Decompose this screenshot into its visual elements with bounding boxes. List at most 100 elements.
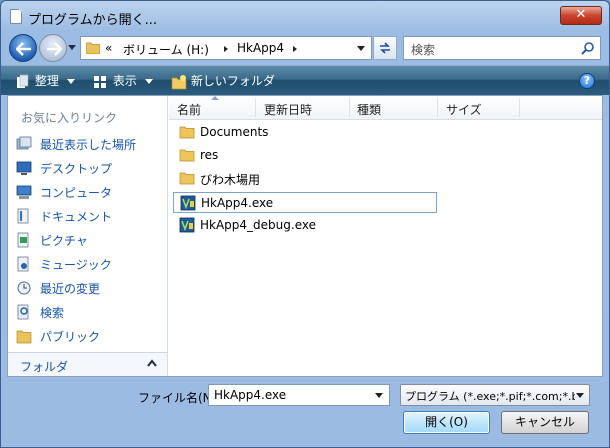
application-icon — [179, 217, 195, 233]
open-with-dialog: プログラムから開く... ✕ « ボリューム (H:) HkApp4 検索 整理… — [0, 0, 610, 448]
application-icon — [180, 195, 196, 211]
address-bar[interactable]: « ボリューム (H:) HkApp4 — [80, 36, 372, 60]
folder-icon — [86, 42, 100, 54]
sidebar-item-label: ミュージック — [40, 258, 112, 272]
file-list: 名前 更新日時 種類 サイズ Documents res びわ木場用 HkApp… — [169, 96, 602, 376]
views-icon — [94, 75, 106, 88]
folder-icon — [179, 149, 195, 162]
search-placeholder: 検索 — [411, 43, 436, 57]
back-arrow-icon — [16, 42, 31, 56]
sidebar-item-label: 最近表示した場所 — [40, 138, 137, 152]
searches-icon — [17, 304, 29, 320]
sidebar-item-searches[interactable]: 検索 — [16, 302, 164, 322]
open-button[interactable]: 開く(O) — [403, 411, 490, 434]
refresh-button[interactable] — [373, 36, 397, 60]
file-name: Documents — [200, 125, 269, 139]
organize-label: 整理 — [34, 74, 59, 88]
column-header-row: 名前 更新日時 種類 サイズ — [169, 96, 602, 120]
column-header-name[interactable]: 名前 — [177, 101, 201, 118]
close-button[interactable]: ✕ — [560, 6, 602, 25]
chevron-down-icon[interactable] — [375, 393, 383, 398]
navigation-bar: « ボリューム (H:) HkApp4 検索 — [1, 31, 609, 65]
organize-button[interactable]: 整理 — [15, 72, 75, 90]
column-divider[interactable] — [437, 99, 438, 117]
browser-content: お気に入りリンク 最近表示した場所 デスクトップ コンピュータ ドキュメント ピ… — [7, 95, 603, 377]
favorite-links-header: お気に入りリンク — [21, 111, 118, 125]
help-icon[interactable]: ? — [579, 73, 595, 89]
file-name: res — [200, 148, 219, 162]
chevron-down-icon — [576, 393, 584, 398]
list-item[interactable]: Documents — [173, 122, 437, 143]
new-folder-icon — [171, 74, 187, 89]
command-toolbar: 整理 表示 新しいフォルダ ? — [1, 65, 609, 95]
file-name: HkApp4_debug.exe — [200, 218, 316, 232]
computer-icon — [16, 185, 32, 199]
forward-button[interactable] — [39, 34, 67, 62]
column-divider[interactable] — [519, 99, 520, 117]
sidebar-item-label: デスクトップ — [40, 162, 113, 176]
chevron-down-icon — [144, 79, 153, 84]
title-bar[interactable]: プログラムから開く... ✕ — [1, 1, 609, 31]
column-divider[interactable] — [349, 99, 350, 117]
pictures-icon — [17, 232, 29, 248]
chevron-right-icon[interactable] — [224, 46, 228, 52]
document-icon — [10, 9, 22, 24]
chevron-down-icon — [66, 79, 75, 84]
forward-arrow-icon — [47, 42, 62, 56]
address-history-dropdown[interactable] — [357, 46, 365, 51]
file-name: びわ木場用 — [200, 173, 261, 187]
views-label: 表示 — [112, 74, 137, 88]
address-segment-volume[interactable]: ボリューム (H:) — [123, 41, 209, 58]
sidebar-item-label: 検索 — [40, 306, 65, 320]
sidebar-item-desktop[interactable]: デスクトップ — [16, 158, 164, 178]
address-segment-folder[interactable]: HkApp4 — [237, 41, 284, 55]
list-item[interactable]: びわ木場用 — [173, 168, 437, 189]
sidebar-item-label: パブリック — [40, 330, 101, 344]
organize-icon — [17, 74, 29, 88]
chevron-up-icon — [147, 359, 157, 367]
recently-changed-icon — [17, 281, 31, 295]
column-header-size[interactable]: サイズ — [446, 101, 482, 118]
search-input[interactable]: 検索 — [403, 36, 601, 60]
file-name: HkApp4.exe — [201, 196, 274, 210]
recent-places-icon — [16, 136, 32, 150]
sidebar-item-documents[interactable]: ドキュメント — [16, 206, 164, 226]
filename-value: HkApp4.exe — [214, 388, 287, 402]
column-divider[interactable] — [255, 99, 256, 117]
sidebar-item-label: 最近の変更 — [40, 282, 101, 296]
folders-toggle[interactable]: フォルダ — [8, 352, 167, 376]
views-button[interactable]: 表示 — [93, 72, 153, 90]
list-item[interactable]: res — [173, 145, 437, 166]
sort-ascending-icon — [211, 96, 219, 100]
folder-icon — [179, 172, 195, 185]
sidebar-item-label: ドキュメント — [40, 210, 113, 224]
sidebar-item-recently-changed[interactable]: 最近の変更 — [16, 278, 164, 298]
column-header-modified[interactable]: 更新日時 — [264, 101, 312, 118]
column-header-type[interactable]: 種類 — [357, 101, 381, 118]
sidebar-item-label: コンピュータ — [40, 186, 113, 200]
cancel-button[interactable]: キャンセル — [501, 411, 589, 434]
list-item[interactable]: HkApp4_debug.exe — [173, 215, 437, 236]
chevron-right-icon[interactable] — [293, 46, 297, 52]
folders-label: フォルダ — [20, 360, 69, 374]
list-item-selected[interactable]: HkApp4.exe — [173, 192, 437, 213]
sidebar-item-music[interactable]: ミュージック — [16, 254, 164, 274]
filetype-select[interactable]: プログラム (*.exe;*.pif;*.com;*.bat;* — [400, 384, 590, 406]
address-overflow[interactable]: « — [105, 41, 112, 55]
sidebar-item-pictures[interactable]: ピクチャ — [16, 230, 164, 250]
sidebar-item-label: ピクチャ — [40, 234, 88, 248]
sidebar-item-computer[interactable]: コンピュータ — [16, 182, 164, 202]
recent-pages-dropdown[interactable] — [68, 45, 76, 50]
sidebar-item-recent-places[interactable]: 最近表示した場所 — [16, 134, 164, 154]
documents-icon — [17, 208, 29, 224]
public-icon — [16, 330, 32, 344]
folder-icon — [179, 126, 195, 139]
filetype-value: プログラム (*.exe;*.pif;*.com;*.bat;* — [405, 390, 575, 403]
back-button[interactable] — [9, 34, 37, 62]
window-title: プログラムから開く... — [28, 13, 158, 28]
new-folder-button[interactable]: 新しいフォルダ — [171, 72, 275, 90]
navigation-pane: お気に入りリンク 最近表示した場所 デスクトップ コンピュータ ドキュメント ピ… — [8, 96, 168, 376]
filename-field[interactable]: HkApp4.exe — [208, 384, 390, 406]
search-icon[interactable] — [581, 41, 595, 55]
sidebar-item-public[interactable]: パブリック — [16, 326, 164, 346]
